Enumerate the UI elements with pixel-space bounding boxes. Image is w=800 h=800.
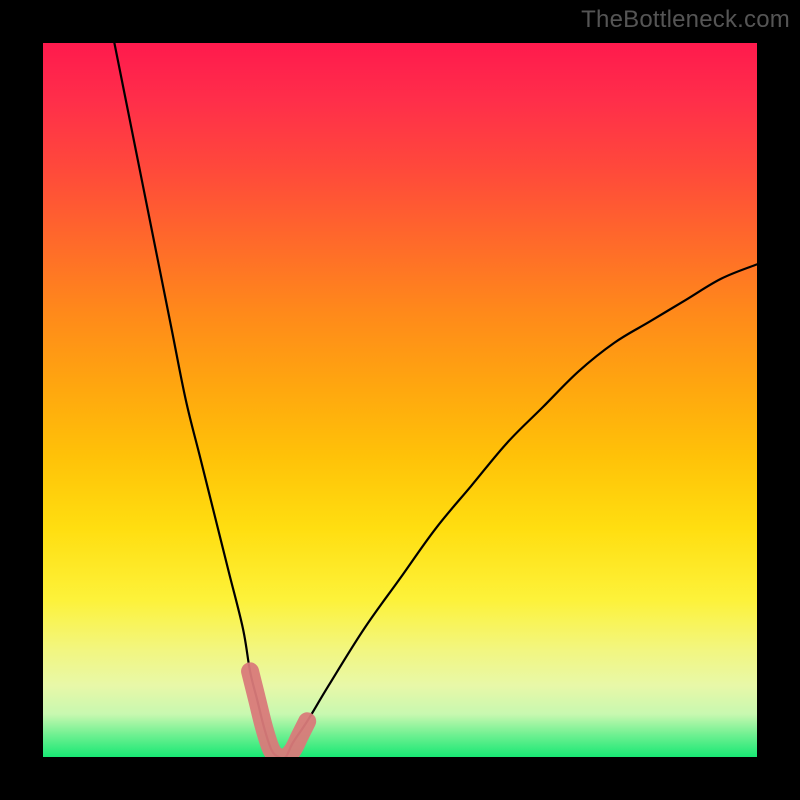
chart-container: { "watermark": "TheBottleneck.com", "cha… bbox=[0, 0, 800, 800]
watermark-text: TheBottleneck.com bbox=[581, 6, 790, 34]
bottleneck-chart bbox=[43, 43, 757, 757]
highlight-band-line bbox=[250, 671, 307, 757]
plot-area bbox=[43, 43, 757, 757]
bottleneck-curve-line bbox=[114, 43, 757, 757]
